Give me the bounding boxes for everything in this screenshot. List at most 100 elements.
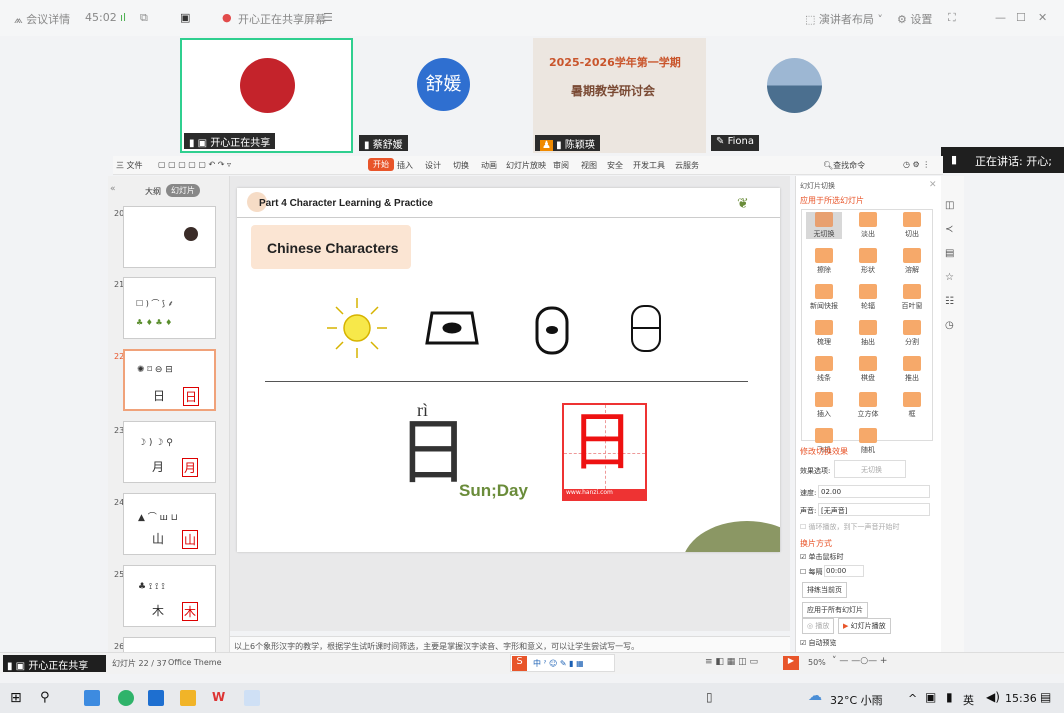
file-menu[interactable]: 三 文件	[116, 160, 143, 171]
weather-text[interactable]: 32°C 小雨	[830, 692, 883, 708]
slide-thumbnail-22[interactable]: ✺ ⌑ ⊖ ⊟ 日 日	[123, 349, 216, 411]
transition-shape[interactable]: 形状	[850, 248, 886, 275]
transition-comb[interactable]: 梳理	[806, 320, 842, 347]
participant-tile-4[interactable]: ✎ Fiona	[709, 38, 882, 153]
sound-select[interactable]: [无声音]	[818, 503, 930, 516]
tab-security[interactable]: 安全	[607, 160, 623, 171]
browser-icon[interactable]	[84, 690, 100, 706]
format-icon[interactable]: ☷	[945, 296, 954, 307]
presenter-layout-button[interactable]: ⬚ 演讲者布局 ˅	[805, 11, 883, 27]
slideshow-button[interactable]: ▶ 幻灯片播放	[838, 618, 891, 634]
transition-blinds[interactable]: 百叶窗	[894, 284, 930, 311]
transition-newsflash[interactable]: 新闻快报	[806, 284, 842, 311]
loop-checkbox[interactable]: ☐ 循环播放，到下一声音开始时	[800, 522, 900, 532]
transition-dissolve[interactable]: 溶解	[894, 248, 930, 275]
tab-home[interactable]: 开始	[368, 158, 394, 171]
zoom-slider[interactable]: ˅ — —○— +	[832, 656, 887, 666]
apply-all-button[interactable]: 应用于所有幻灯片	[802, 602, 868, 618]
tab-developer[interactable]: 开发工具	[633, 160, 665, 171]
tab-outline[interactable]: 大纲	[145, 186, 161, 197]
wps-icon[interactable]: W	[212, 690, 228, 706]
battery-icon[interactable]: ▯	[706, 690, 722, 706]
slide-thumbnail-24[interactable]: ▲ ⌒ ш ⊔ 山 山	[123, 493, 216, 555]
tab-insert[interactable]: 插入	[397, 160, 413, 171]
transition-box[interactable]: 框	[894, 392, 930, 419]
tab-slides[interactable]: 幻灯片	[166, 184, 200, 197]
tab-transition[interactable]: 切换	[453, 160, 469, 171]
fullscreen-icon[interactable]: ⛶	[948, 11, 956, 25]
transition-wheel[interactable]: 轮辐	[850, 284, 886, 311]
transition-tool-icon[interactable]: ◫	[945, 200, 954, 211]
share-icon[interactable]: ≺	[945, 224, 953, 235]
search-icon[interactable]: ⚲	[40, 690, 56, 706]
transition-pull[interactable]: 抽出	[850, 320, 886, 347]
collapse-icon[interactable]: «	[110, 184, 116, 194]
layout-icon[interactable]: ▤	[945, 248, 954, 259]
transition-checker[interactable]: 棋盘	[850, 356, 886, 383]
slide-thumbnail-23[interactable]: ☽ ) ☽ ⚲ 月 月	[123, 421, 216, 483]
transition-push[interactable]: 推出	[894, 356, 930, 383]
tab-view[interactable]: 视图	[581, 160, 597, 171]
transition-random[interactable]: 随机	[850, 428, 886, 455]
tray-app-icon[interactable]: ▣	[925, 690, 936, 704]
settings-icon[interactable]: ◷ ⚙ ⋮	[903, 160, 930, 169]
transition-none[interactable]: 无切换	[806, 212, 842, 239]
popout-icon[interactable]: ⧉	[140, 11, 148, 25]
mail-icon[interactable]	[148, 690, 164, 706]
transition-wipe[interactable]: 擦除	[806, 248, 842, 275]
autopreview-checkbox[interactable]: ☑ 自动预览	[800, 638, 837, 648]
app-icon[interactable]	[118, 690, 134, 706]
weather-icon[interactable]: ☁	[808, 688, 822, 704]
volume-icon[interactable]: ◀)	[986, 690, 1000, 704]
rehearse-button[interactable]: 排练当前页	[802, 582, 847, 598]
tab-slideshow[interactable]: 幻灯片放映	[506, 160, 546, 171]
transition-lines[interactable]: 线条	[806, 356, 842, 383]
notification-icon[interactable]: ▤	[1040, 690, 1051, 704]
transition-fade[interactable]: 淡出	[850, 212, 886, 239]
meeting-details-button[interactable]: ⩕ 会议详情	[14, 11, 70, 27]
windows-start-icon[interactable]: ⊞	[10, 690, 26, 706]
input-method-bar[interactable]: S 中 ˀ ☺ ✎ ▮ ▦	[510, 654, 615, 672]
transition-split[interactable]: 分割	[894, 320, 930, 347]
transition-insert[interactable]: 插入	[806, 392, 842, 419]
participant-tile-3[interactable]: 2025-2026学年第一学期 暑期教学研讨会 ♟ ▮ 陈颖瑛	[533, 38, 706, 153]
transition-cut[interactable]: 切出	[894, 212, 930, 239]
explorer-icon[interactable]	[180, 690, 196, 706]
close-icon[interactable]: ✕	[929, 180, 937, 190]
transition-cube[interactable]: 立方体	[850, 392, 886, 419]
slide-thumbnail-25[interactable]: ♣ ⟟ ⟟ ⟟ 木 木	[123, 565, 216, 627]
quick-access-icons[interactable]: ▢ ▢ ▢ ▢ ▢ ↶ ↷ ▿	[158, 160, 231, 169]
search-command[interactable]: 🔍︎查找命令	[823, 160, 865, 171]
tab-cloud[interactable]: 云服务	[675, 160, 699, 171]
history-icon[interactable]: ◷	[945, 320, 954, 331]
screen-share-icon[interactable]: ▣	[180, 11, 190, 24]
play-slideshow-icon[interactable]: ▶	[783, 656, 799, 670]
participant-tile-1[interactable]: ▮ ▣ 开心正在共享	[180, 38, 353, 153]
view-mode-icons[interactable]: ≡ ◧ ▦ ◫ ▭	[705, 657, 758, 667]
settings-button[interactable]: ⚙ 设置	[897, 11, 932, 27]
every-input[interactable]: 00:00	[824, 565, 864, 577]
menu-icon[interactable]: ☰	[323, 11, 333, 24]
language-indicator[interactable]: 英	[963, 692, 974, 708]
tab-design[interactable]: 设计	[425, 160, 441, 171]
current-slide[interactable]: Part 4 Character Learning & Practice ❦ C…	[237, 188, 780, 552]
tray-chevron-icon[interactable]: ^	[908, 692, 917, 705]
mic-icon[interactable]: ▮	[946, 690, 953, 704]
every-checkbox[interactable]: ☐ 每隔	[800, 567, 823, 577]
speed-input[interactable]: 02.00	[818, 485, 930, 498]
slide-thumbnail-21[interactable]: ☐ ) ⌒ ⟆ ⸙ ♣ ♦ ♣ ♦	[123, 277, 216, 339]
share-status-label[interactable]: 开心正在共享屏幕	[238, 11, 326, 27]
tab-review[interactable]: 审阅	[553, 160, 569, 171]
on-click-checkbox[interactable]: ☑ 单击鼠标时	[800, 552, 844, 562]
clock[interactable]: 15:36	[1005, 692, 1037, 705]
tab-animation[interactable]: 动画	[481, 160, 497, 171]
play-button[interactable]: ◎ 播放	[802, 618, 835, 634]
slide-thumbnail-20[interactable]	[123, 206, 216, 268]
pen-app-icon[interactable]	[244, 690, 260, 706]
maximize-icon[interactable]: ☐	[1016, 11, 1026, 24]
effect-select[interactable]: 无切换	[834, 460, 906, 478]
star-icon[interactable]: ☆	[945, 272, 954, 283]
participant-tile-2[interactable]: 舒媛 ▮ 蔡舒媛	[357, 38, 530, 153]
close-icon[interactable]: ✕	[1038, 11, 1047, 24]
minimize-icon[interactable]: —	[995, 11, 1006, 24]
